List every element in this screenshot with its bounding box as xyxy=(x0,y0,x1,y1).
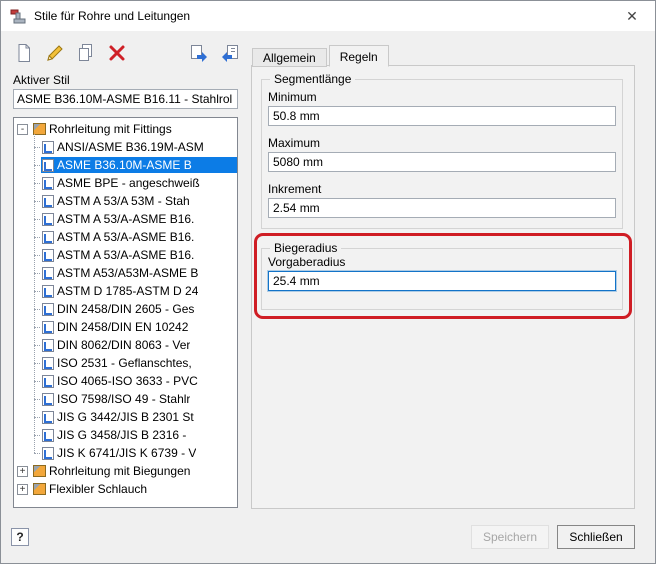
maximum-label: Maximum xyxy=(268,136,321,150)
close-dialog-button[interactable]: Schließen xyxy=(557,525,635,549)
pipe-style-icon xyxy=(42,230,54,244)
styles-toolbar xyxy=(11,40,243,66)
tree-children: ANSI/ASME B36.19M-ASM ASME B36.10M-ASME … xyxy=(14,134,237,462)
tree-item[interactable]: JIS G 3442/JIS B 2301 St xyxy=(14,408,237,426)
delete-style-icon xyxy=(109,45,125,61)
new-style-button[interactable] xyxy=(11,40,37,66)
window-title: Stile für Rohre und Leitungen xyxy=(34,9,191,23)
tree-item[interactable]: ASTM A 53/A-ASME B16. xyxy=(14,246,237,264)
rules-panel: Segmentlänge Minimum Maximum Inkrement B… xyxy=(251,65,635,509)
pipe-style-icon xyxy=(42,356,54,370)
edit-style-icon xyxy=(47,45,63,61)
tree-item[interactable]: DIN 2458/DIN EN 10242 xyxy=(14,318,237,336)
bend-radius-group: Biegeradius Vorgaberadius xyxy=(261,241,623,310)
minimum-field[interactable] xyxy=(268,106,616,126)
styles-dialog: Stile für Rohre und Leitungen ✕ Aktiver … xyxy=(0,0,656,564)
pipe-style-icon xyxy=(42,194,54,208)
tab-allgemein[interactable]: Allgemein xyxy=(252,48,327,67)
tree-group-fittings[interactable]: - Rohrleitung mit Fittings xyxy=(14,120,237,138)
collapse-icon[interactable]: - xyxy=(17,123,28,135)
pipe-category-icon xyxy=(33,483,46,495)
pipe-style-icon xyxy=(42,158,54,172)
load-from-library-icon xyxy=(222,45,238,62)
tree-group-hose[interactable]: + Flexibler Schlauch xyxy=(14,480,237,498)
tree-item[interactable]: ASME BPE - angeschweiß xyxy=(14,174,237,192)
tab-regeln[interactable]: Regeln xyxy=(328,45,389,67)
expand-icon[interactable]: + xyxy=(17,465,28,477)
pipe-style-icon xyxy=(42,392,54,406)
segment-length-group-title: Segmentlänge xyxy=(270,72,356,86)
pipe-category-icon xyxy=(33,465,46,477)
pipe-style-icon xyxy=(42,212,54,226)
save-to-library-button[interactable] xyxy=(186,40,212,66)
tree-item[interactable]: ASTM A53/A53M-ASME B xyxy=(14,264,237,282)
pipe-style-icon xyxy=(42,266,54,280)
save-to-library-icon xyxy=(191,45,207,62)
pipe-style-icon xyxy=(42,446,54,460)
tree-item[interactable]: DIN 2458/DIN 2605 - Ges xyxy=(14,300,237,318)
tree-item[interactable]: ASTM A 53/A-ASME B16. xyxy=(14,210,237,228)
tree-item[interactable]: ASTM A 53/A 53M - Stah xyxy=(14,192,237,210)
tree-item[interactable]: ASTM D 1785-ASTM D 24 xyxy=(14,282,237,300)
pipe-style-icon xyxy=(42,248,54,262)
increment-label: Inkrement xyxy=(268,182,322,196)
default-radius-label: Vorgaberadius xyxy=(268,255,346,269)
pipe-styles-app-icon xyxy=(10,9,26,24)
pipe-style-icon xyxy=(42,428,54,442)
new-style-icon xyxy=(18,44,30,62)
active-style-input[interactable] xyxy=(13,89,238,109)
maximum-field[interactable] xyxy=(268,152,616,172)
title-bar: Stile für Rohre und Leitungen ✕ xyxy=(1,1,655,31)
pipe-style-icon xyxy=(42,410,54,424)
active-style-label: Aktiver Stil xyxy=(13,73,70,87)
copy-style-button[interactable] xyxy=(73,40,99,66)
segment-length-group: Segmentlänge Minimum Maximum Inkrement xyxy=(261,72,623,229)
help-button[interactable]: ? xyxy=(11,528,29,546)
pipe-style-icon xyxy=(42,140,54,154)
tree-item[interactable]: ISO 2531 - Geflanschtes, xyxy=(14,354,237,372)
tree-item[interactable]: JIS K 6741/JIS K 6739 - V xyxy=(14,444,237,462)
expand-icon[interactable]: + xyxy=(17,483,28,495)
tree-item-selected[interactable]: ASME B36.10M-ASME B xyxy=(14,156,237,174)
close-icon[interactable]: ✕ xyxy=(609,1,655,31)
tree-item[interactable]: DIN 8062/DIN 8063 - Ver xyxy=(14,336,237,354)
styles-tree: - Rohrleitung mit Fittings ANSI/ASME B36… xyxy=(13,117,238,508)
tab-strip: Allgemein Regeln xyxy=(252,45,391,67)
edit-style-button[interactable] xyxy=(42,40,68,66)
pipe-style-icon xyxy=(42,374,54,388)
pipe-style-icon xyxy=(42,176,54,190)
tree-item[interactable]: ISO 4065-ISO 3633 - PVC xyxy=(14,372,237,390)
tree-item[interactable]: JIS G 3458/JIS B 2316 - xyxy=(14,426,237,444)
save-button[interactable]: Speichern xyxy=(471,525,549,549)
delete-style-button[interactable] xyxy=(104,40,130,66)
load-from-library-button[interactable] xyxy=(217,40,243,66)
copy-style-icon xyxy=(79,44,92,61)
pipe-style-icon xyxy=(42,320,54,334)
tree-item[interactable]: ANSI/ASME B36.19M-ASM xyxy=(14,138,237,156)
default-radius-field[interactable] xyxy=(268,271,616,291)
tree-item[interactable]: ISO 7598/ISO 49 - Stahlr xyxy=(14,390,237,408)
tree-group-bends[interactable]: + Rohrleitung mit Biegungen xyxy=(14,462,237,480)
bend-radius-group-title: Biegeradius xyxy=(270,241,342,255)
pipe-style-icon xyxy=(42,284,54,298)
tree-item[interactable]: ASTM A 53/A-ASME B16. xyxy=(14,228,237,246)
pipe-style-icon xyxy=(42,338,54,352)
pipe-style-icon xyxy=(42,302,54,316)
increment-field[interactable] xyxy=(268,198,616,218)
minimum-label: Minimum xyxy=(268,90,317,104)
